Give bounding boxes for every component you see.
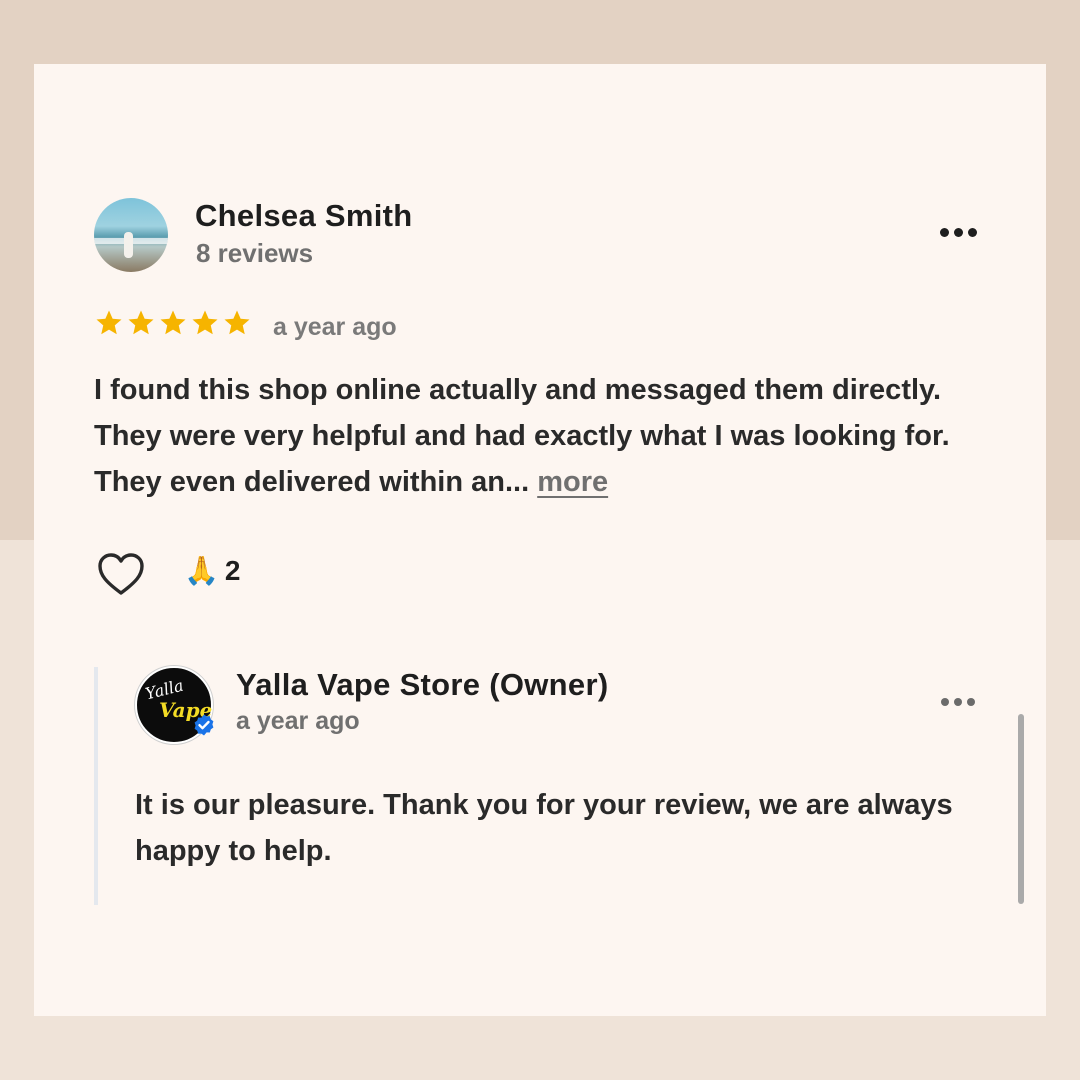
star-icon — [224, 310, 250, 335]
reply-more-options-icon[interactable] — [938, 692, 978, 712]
review-body: I found this shop online actually and me… — [94, 367, 994, 505]
reaction-count: 2 — [224, 555, 241, 586]
heart-outline-icon[interactable] — [96, 551, 146, 597]
reviewer-avatar[interactable] — [94, 198, 168, 272]
star-icon — [160, 310, 186, 335]
owner-reply-text: It is our pleasure. Thank you for your r… — [135, 789, 953, 867]
review-card: Chelsea Smith 8 reviews a year ago I fou… — [34, 64, 1046, 1016]
reply-indent-bar — [94, 667, 98, 905]
reaction-chip[interactable]: 🙏 2 — [184, 555, 240, 587]
scrollbar[interactable] — [1018, 714, 1024, 904]
star-rating — [94, 308, 252, 338]
reviewer-review-count: 8 reviews — [196, 238, 314, 268]
verified-check-icon — [194, 714, 214, 736]
star-icon — [192, 310, 218, 335]
review-more-options-icon[interactable] — [938, 222, 978, 242]
star-icon — [96, 310, 122, 335]
star-icon — [128, 310, 154, 335]
owner-reply-time: a year ago — [236, 707, 360, 735]
pray-emoji-icon: 🙏 — [184, 555, 219, 586]
owner-name: Yalla Vape Store (Owner) — [236, 667, 609, 702]
review-time: a year ago — [273, 313, 397, 341]
more-link[interactable]: more — [537, 466, 608, 498]
reviewer-name[interactable]: Chelsea Smith — [195, 198, 413, 234]
avatar-figure — [124, 232, 133, 258]
review-text: I found this shop online actually and me… — [94, 374, 950, 498]
